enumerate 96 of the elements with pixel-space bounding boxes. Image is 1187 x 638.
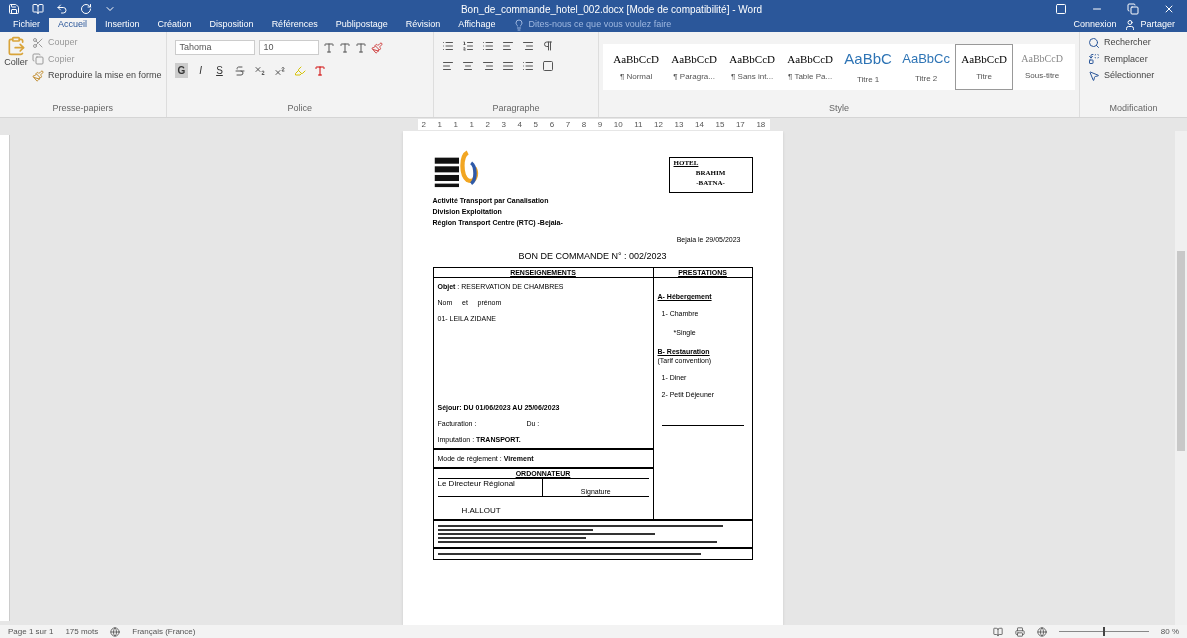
font-color-icon[interactable] bbox=[313, 64, 326, 77]
redo-icon[interactable] bbox=[80, 3, 92, 15]
group-label: Paragraphe bbox=[492, 101, 540, 115]
paintbrush-icon bbox=[32, 69, 44, 82]
web-layout-icon[interactable] bbox=[1036, 626, 1047, 637]
style-tile[interactable]: AaBbCcD ¶ Table Pa... bbox=[781, 43, 840, 90]
director-title: Le Directeur Régional bbox=[437, 479, 515, 488]
borders-icon[interactable] bbox=[541, 60, 554, 72]
word-count[interactable]: 175 mots bbox=[65, 625, 99, 638]
ribbon-tab[interactable]: Publipostage bbox=[326, 18, 397, 32]
ribbon-tab[interactable]: Insertion bbox=[96, 18, 149, 32]
font-size-field[interactable]: 10 bbox=[258, 40, 319, 55]
ruler-number: 5 bbox=[533, 120, 539, 129]
format-button[interactable]: G bbox=[174, 63, 189, 78]
editing-button[interactable]: Rechercher bbox=[1088, 36, 1179, 50]
ruler-number: 15 bbox=[715, 120, 725, 129]
numbering-icon[interactable] bbox=[461, 40, 474, 52]
group-label: Style bbox=[829, 101, 850, 115]
print-layout-icon[interactable] bbox=[1014, 626, 1025, 637]
ruler-number: 9 bbox=[597, 120, 603, 129]
format-button[interactable]: I bbox=[196, 63, 206, 78]
ruler-number: 4 bbox=[517, 120, 523, 129]
ruler-number: 3 bbox=[501, 120, 507, 129]
style-tile[interactable]: AaBbC Titre 1 bbox=[839, 43, 898, 90]
save-icon[interactable] bbox=[8, 3, 20, 15]
align-center-icon[interactable] bbox=[461, 60, 474, 72]
scissors-icon bbox=[32, 36, 44, 49]
style-tile[interactable]: AaBbCcD Titre bbox=[955, 43, 1014, 90]
copy-icon bbox=[32, 53, 44, 66]
group-label: Police bbox=[287, 101, 312, 115]
window-title: Bon_de_commande_hotel_002.docx [Mode de compatibilité] - Word bbox=[460, 2, 763, 17]
style-tile[interactable]: AaBbCc Titre 2 bbox=[897, 43, 956, 90]
orderer-name: H.ALLOUT bbox=[461, 506, 501, 515]
lightbulb-icon[interactable] bbox=[512, 19, 525, 31]
replace-icon bbox=[1088, 53, 1101, 66]
ribbon-tab[interactable]: Affichage bbox=[449, 18, 505, 32]
style-tile[interactable]: AaBbCcD Sous-titre bbox=[1013, 43, 1072, 90]
ruler-number: 14 bbox=[694, 120, 704, 129]
ruler-number: 7 bbox=[565, 120, 571, 129]
ruler-number: 13 bbox=[674, 120, 684, 129]
page-count[interactable]: Page 1 sur 1 bbox=[8, 625, 54, 638]
format-button[interactable]: S bbox=[213, 63, 226, 78]
editing-button[interactable]: Sélectionner bbox=[1088, 69, 1179, 83]
superscript-icon[interactable] bbox=[273, 64, 286, 77]
sign-in-link[interactable]: Connexion bbox=[1073, 18, 1117, 32]
clear-format-icon[interactable] bbox=[370, 41, 383, 54]
align-left-icon[interactable] bbox=[441, 60, 454, 72]
ruler-number: 18 bbox=[756, 120, 766, 129]
paste-button[interactable]: Coller bbox=[4, 36, 28, 102]
pilcrow-icon[interactable] bbox=[541, 40, 554, 52]
subscript-icon[interactable] bbox=[253, 64, 266, 77]
ribbon-tab[interactable]: Fichier bbox=[4, 18, 49, 32]
tell-me-field[interactable]: Dites-nous ce que vous voulez faire bbox=[528, 18, 709, 32]
font-name-field[interactable]: Tahoma bbox=[174, 40, 255, 55]
ribbon-tab[interactable]: Accueil bbox=[49, 18, 97, 32]
document-title: BON DE COMMANDE N° : 002/2023 bbox=[518, 249, 667, 263]
ruler-number: 1 bbox=[469, 120, 474, 129]
ruler-number: 12 bbox=[654, 120, 663, 129]
person-icon bbox=[1124, 19, 1137, 31]
pointer-icon bbox=[1088, 69, 1101, 82]
ribbon-tab[interactable]: Disposition bbox=[200, 18, 263, 32]
style-tile[interactable]: AaBbCcD ¶ Paragra... bbox=[665, 43, 724, 90]
bullets-icon[interactable] bbox=[441, 40, 454, 52]
ribbon-tab[interactable]: Création bbox=[148, 18, 201, 32]
format-painter-button[interactable]: Reproduire la mise en forme bbox=[32, 69, 162, 83]
ruler-number: 1 bbox=[437, 120, 442, 129]
style-tile[interactable]: AaBbCcD ¶ Sans int... bbox=[723, 43, 782, 90]
language-indicator[interactable]: Français (France) bbox=[132, 625, 196, 638]
ruler-number: 2 bbox=[421, 120, 426, 129]
style-tile[interactable]: AaBbCcD ¶ Normal bbox=[607, 43, 666, 90]
close-icon[interactable] bbox=[1163, 3, 1175, 15]
editing-button[interactable]: Remplacer bbox=[1088, 52, 1179, 66]
clipboard-icon bbox=[6, 36, 26, 56]
ribbon-tab[interactable]: Révision bbox=[396, 18, 450, 32]
search-icon bbox=[1088, 36, 1101, 49]
vertical-scrollbar[interactable] bbox=[1175, 131, 1187, 625]
read-mode-icon[interactable] bbox=[992, 626, 1003, 637]
ruler-number: 2 bbox=[485, 120, 490, 129]
multilevel-list-icon[interactable] bbox=[481, 40, 494, 52]
justify-icon[interactable] bbox=[501, 60, 514, 72]
strikethrough-icon[interactable] bbox=[233, 64, 246, 77]
zoom-level[interactable]: 80 % bbox=[1160, 625, 1179, 638]
group-label: Modification bbox=[1109, 101, 1158, 115]
ruler-number: 6 bbox=[549, 120, 555, 129]
restore-icon[interactable] bbox=[1127, 3, 1139, 15]
ruler-number: 17 bbox=[735, 120, 745, 129]
undo-icon[interactable] bbox=[56, 3, 68, 15]
share-button[interactable]: Partager bbox=[1124, 18, 1175, 32]
ribbon-tab[interactable]: Références bbox=[262, 18, 327, 32]
align-right-icon[interactable] bbox=[481, 60, 494, 72]
ruler-number: 10 bbox=[613, 120, 623, 129]
ruler-number: 8 bbox=[581, 120, 587, 129]
ruler-number: 11 bbox=[634, 120, 643, 129]
group-label: Presse-papiers bbox=[52, 101, 114, 115]
zoom-slider-thumb[interactable] bbox=[1102, 627, 1105, 636]
ruler-number: 1 bbox=[453, 120, 458, 129]
